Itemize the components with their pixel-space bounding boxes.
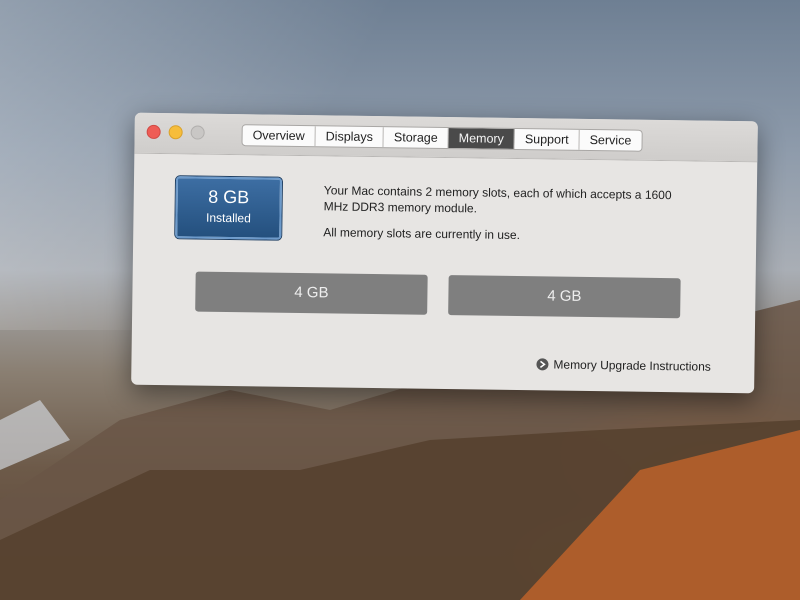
memory-panel: 8 GB Installed Your Mac contains 2 memor… <box>131 154 757 394</box>
upgrade-link-label: Memory Upgrade Instructions <box>553 357 711 374</box>
tab-support[interactable]: Support <box>514 128 580 150</box>
about-this-mac-window: Overview Displays Storage Memory Support… <box>131 112 758 394</box>
arrow-right-circle-icon <box>536 358 549 371</box>
installed-label: Installed <box>206 210 251 226</box>
tab-displays[interactable]: Displays <box>315 126 385 148</box>
slots-status-text: All memory slots are currently in use. <box>323 225 521 243</box>
memory-slot-2: 4 GB <box>448 275 681 319</box>
window-controls <box>146 124 205 140</box>
memory-description: Your Mac contains 2 memory slots, each o… <box>323 182 684 255</box>
close-button[interactable] <box>146 124 161 140</box>
minimize-button[interactable] <box>168 125 183 140</box>
tab-service[interactable]: Service <box>580 130 642 151</box>
tab-storage[interactable]: Storage <box>383 127 449 149</box>
tab-bar: Overview Displays Storage Memory Support… <box>241 124 643 152</box>
zoom-button[interactable] <box>190 125 205 140</box>
installed-size: 8 GB <box>208 186 250 208</box>
installed-memory-badge: 8 GB Installed <box>175 176 283 240</box>
slots-info-text: Your Mac contains 2 memory slots, each o… <box>323 183 672 216</box>
memory-upgrade-link[interactable]: Memory Upgrade Instructions <box>536 357 711 374</box>
memory-slot-1: 4 GB <box>195 271 428 315</box>
tab-memory[interactable]: Memory <box>448 128 516 149</box>
tab-overview[interactable]: Overview <box>242 125 316 147</box>
